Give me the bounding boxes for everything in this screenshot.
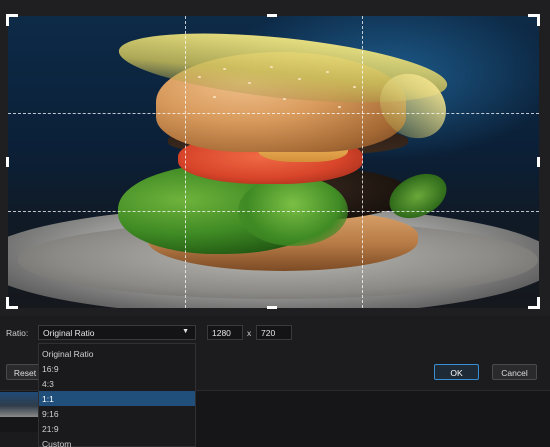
crop-handle-top[interactable]	[267, 14, 277, 17]
ok-button[interactable]: OK	[434, 364, 479, 380]
sesame-seed	[223, 68, 226, 70]
width-field[interactable]: 1280	[207, 325, 243, 340]
ratio-select-value: Original Ratio	[43, 328, 95, 338]
preview-image[interactable]	[8, 16, 539, 308]
ratio-option-9-16[interactable]: 9:16	[39, 406, 195, 421]
ratio-option-1-1[interactable]: 1:1	[39, 391, 195, 406]
cancel-button[interactable]: Cancel	[492, 364, 537, 380]
sesame-seed	[270, 66, 273, 68]
sesame-seed	[338, 106, 341, 108]
clip-thumbnail[interactable]	[0, 392, 38, 417]
crop-handle-bottom[interactable]	[267, 306, 277, 309]
ratio-option-16-9[interactable]: 16:9	[39, 361, 195, 376]
crop-handle-bottom-right[interactable]	[537, 297, 540, 309]
crop-handle-left[interactable]	[6, 157, 9, 167]
sesame-seed	[283, 98, 286, 100]
crop-handle-bottom-left[interactable]	[6, 297, 9, 309]
sesame-seed	[353, 86, 356, 88]
crop-canvas	[0, 0, 550, 316]
sesame-seed	[198, 76, 201, 78]
ratio-option-custom[interactable]: Custom	[39, 436, 195, 447]
grid-line	[362, 16, 363, 308]
dimension-separator: x	[247, 328, 252, 338]
ratio-option-original[interactable]: Original Ratio	[39, 346, 195, 361]
sesame-seed	[213, 96, 216, 98]
crop-handle-right[interactable]	[537, 157, 540, 167]
grid-line	[8, 211, 539, 212]
ratio-label: Ratio:	[6, 328, 29, 338]
sesame-seed	[298, 78, 301, 80]
ratio-option-4-3[interactable]: 4:3	[39, 376, 195, 391]
sesame-seed	[326, 71, 329, 73]
crop-handle-top-right[interactable]	[537, 14, 540, 26]
grid-line	[8, 113, 539, 114]
ratio-dropdown-list: Original Ratio 16:9 4:3 1:1 9:16 21:9 Cu…	[38, 343, 196, 447]
thumbnail-footer	[0, 432, 38, 447]
sesame-seed	[248, 82, 251, 84]
ratio-option-21-9[interactable]: 21:9	[39, 421, 195, 436]
chevron-down-icon: ▼	[182, 328, 189, 335]
crop-handle-top-left[interactable]	[6, 14, 9, 26]
height-field[interactable]: 720	[256, 325, 292, 340]
grid-line	[185, 16, 186, 308]
ratio-select[interactable]: Original Ratio ▼	[38, 325, 196, 340]
